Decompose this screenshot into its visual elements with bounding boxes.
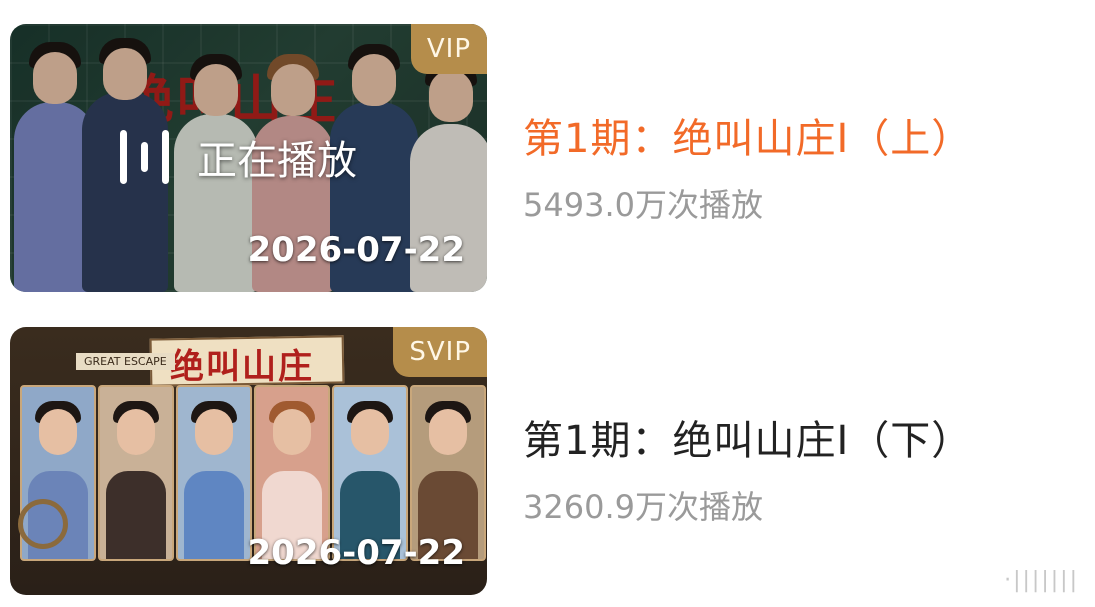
magnifier-icon xyxy=(18,499,68,549)
now-playing-label: 正在播放 xyxy=(197,138,357,184)
episode-item[interactable]: 绝叫山庄 VIP xyxy=(0,0,1095,292)
episode-date: 2026-07-22 xyxy=(247,230,465,270)
svip-badge: SVIP xyxy=(393,327,487,377)
vip-badge: VIP xyxy=(410,24,487,74)
equalizer-icon xyxy=(120,130,169,184)
episode-item[interactable]: 绝叫山庄 GREAT ESCAPE SVIP 2026-07-22 第1期：绝叫… xyxy=(0,300,1095,595)
watermark: ·||||||| xyxy=(1004,568,1079,593)
episode-thumbnail[interactable]: 绝叫山庄 GREAT ESCAPE SVIP 2026-07-22 xyxy=(10,327,487,595)
episode-date: 2026-07-22 xyxy=(247,533,465,573)
play-count: 3260.9万次播放 xyxy=(523,488,763,526)
show-tag: GREAT ESCAPE xyxy=(76,353,175,370)
episode-thumbnail[interactable]: 绝叫山庄 VIP xyxy=(10,24,487,292)
show-logo: 绝叫山庄 xyxy=(170,347,314,387)
now-playing-indicator: 正在播放 xyxy=(120,128,357,186)
play-count: 5493.0万次播放 xyxy=(523,186,763,224)
episode-title[interactable]: 第1期：绝叫山庄I（下） xyxy=(523,408,972,466)
episode-title[interactable]: 第1期：绝叫山庄I（上） xyxy=(523,106,972,164)
